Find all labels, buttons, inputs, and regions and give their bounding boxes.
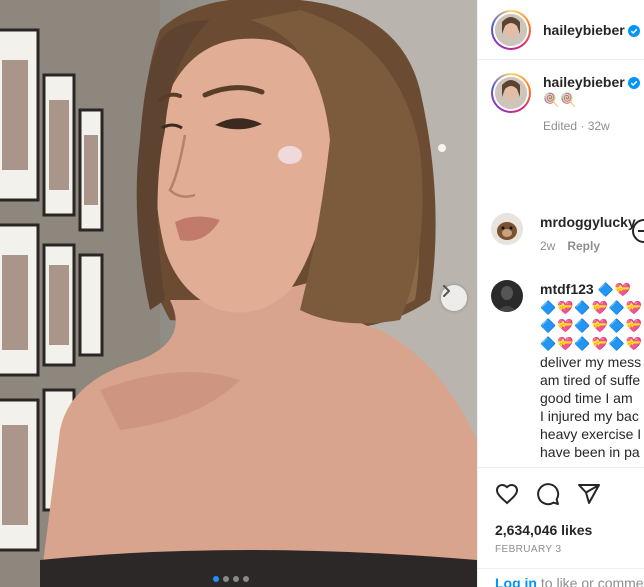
caption-avatar[interactable] (491, 73, 531, 113)
author-username[interactable]: haileybieber (543, 22, 640, 38)
reply-button[interactable]: Reply (567, 239, 600, 253)
commenter-avatar[interactable] (491, 280, 523, 312)
caption-item: haileybieber 🍭🍭 Edited · 32w (491, 73, 640, 135)
post-header: haileybieber (478, 0, 644, 60)
comment-emoji-inline: 🔷💝 (597, 282, 632, 297)
verified-badge-icon (627, 24, 640, 37)
comment-emoji-line: 🔷💝🔷💝🔷💝 (540, 336, 644, 351)
edited-label: Edited (543, 119, 578, 133)
carousel-indicator (213, 576, 249, 582)
carousel-dot (243, 576, 249, 582)
comment-text-line: I injured my bac (540, 408, 639, 424)
post-date[interactable]: FEBRUARY 3 (495, 544, 561, 555)
comment-emoji-line: 🔷💝🔷💝🔷💝 (540, 318, 644, 333)
chevron-right-icon (443, 285, 450, 297)
carousel-next-button[interactable] (441, 285, 467, 311)
comment-text-line: good time I am (540, 390, 633, 406)
carousel-dot (223, 576, 229, 582)
comment-text-line: deliver my mess (540, 354, 642, 370)
caption-username[interactable]: haileybieber (543, 74, 625, 90)
commenter-username[interactable]: mrdoggylucky (540, 213, 636, 231)
verified-badge-icon (627, 77, 640, 89)
login-prompt-text: to like or comme (537, 575, 644, 587)
post-age[interactable]: 32w (588, 119, 610, 133)
like-count[interactable]: 2,634,046 likes (495, 522, 592, 538)
commenter-avatar[interactable] (491, 213, 523, 245)
carousel-dot (233, 576, 239, 582)
comment-text-line: heavy exercise I (540, 426, 642, 442)
heart-icon[interactable] (495, 482, 519, 506)
login-link[interactable]: Log in (495, 575, 537, 587)
carousel-dot (213, 576, 219, 582)
share-icon[interactable] (577, 482, 601, 506)
comment-item: mrdoggylucky 2w Reply (491, 213, 636, 255)
photo-illustration (0, 0, 477, 587)
comment-age[interactable]: 2w (540, 239, 555, 253)
login-prompt: Log in to like or comme (478, 568, 644, 587)
comment-text-line: am tired of suffe (540, 372, 641, 388)
author-avatar[interactable] (491, 9, 531, 50)
comment-icon[interactable] (536, 482, 560, 506)
caption-text: 🍭🍭 (543, 92, 578, 107)
comment-text-line: have been in pa (540, 444, 640, 460)
comment-item: mtdf123 🔷💝 🔷💝🔷💝🔷💝 🔷💝🔷💝🔷💝 🔷💝🔷💝🔷💝 deliver … (491, 280, 643, 461)
comment-emoji-line: 🔷💝🔷💝🔷💝 (540, 300, 644, 315)
comments-list: haileybieber 🍭🍭 Edited · 32w mrdoggyluck… (478, 61, 644, 467)
commenter-username[interactable]: mtdf123 (540, 281, 594, 297)
post-photo[interactable] (0, 0, 477, 587)
post-sidebar: haileybieber haileybieber 🍭🍭 Edited · 32… (477, 0, 644, 587)
post-actions: 2,634,046 likes FEBRUARY 3 Log in to lik… (478, 467, 644, 587)
